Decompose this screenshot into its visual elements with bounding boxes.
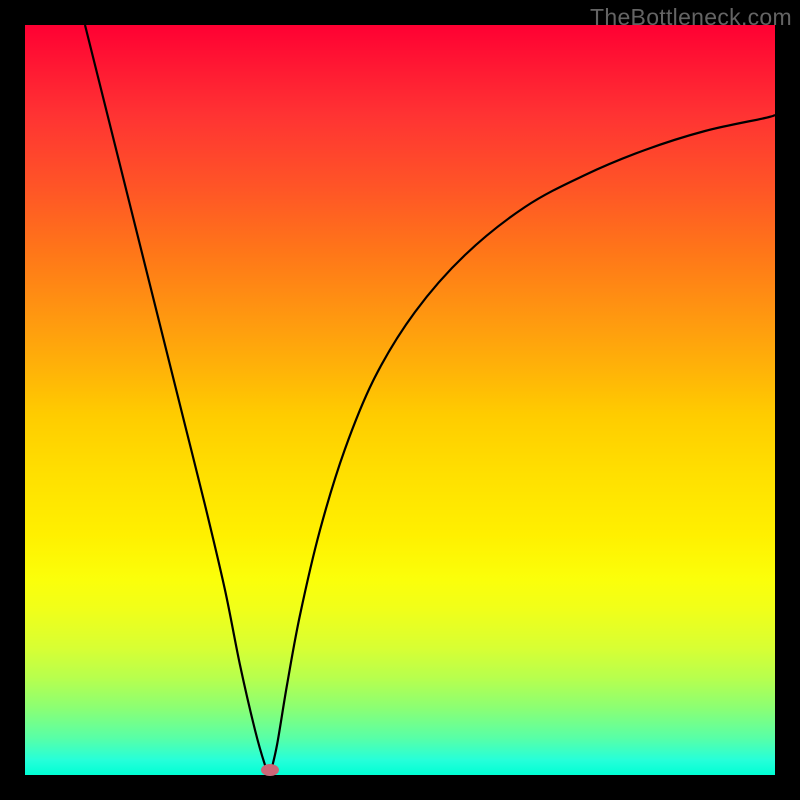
optimal-marker: [261, 764, 279, 776]
chart-container: TheBottleneck.com: [0, 0, 800, 800]
plot-area: [25, 25, 775, 775]
watermark-text: TheBottleneck.com: [590, 4, 792, 31]
gradient-background: [25, 25, 775, 775]
